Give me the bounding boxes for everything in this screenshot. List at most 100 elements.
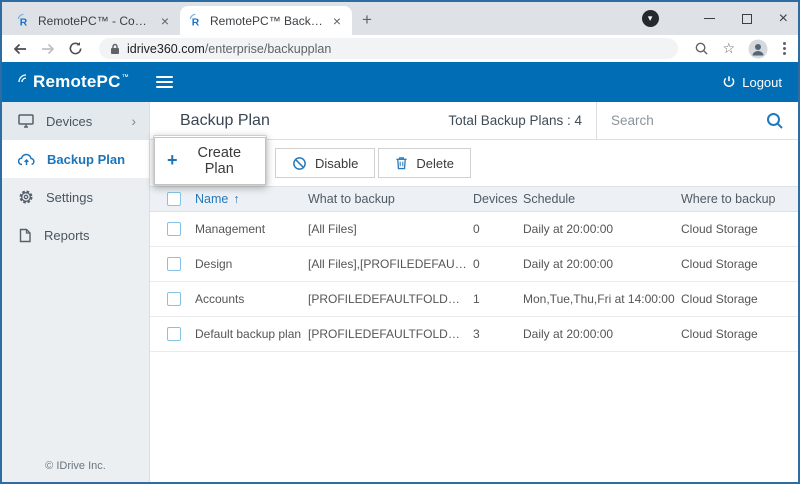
delete-button[interactable]: Delete (378, 148, 471, 178)
close-button[interactable]: × (779, 11, 788, 27)
window-controls: ▾ × (642, 2, 788, 35)
url-path: /enterprise/backupplan (205, 42, 331, 56)
devices-count: 3 (473, 327, 523, 341)
row-checkbox[interactable] (167, 327, 181, 341)
column-header-name[interactable]: Name↑ (195, 192, 308, 206)
sidebar-item-label: Settings (46, 190, 93, 205)
minimize-button[interactable] (704, 18, 715, 20)
tab-bar: R RemotePC™ - Computers × R RemotePC™ Ba… (2, 2, 798, 35)
toolbar: + Create Plan Disable Delete (150, 140, 798, 186)
devices-count: 0 (473, 257, 523, 271)
logo-waves-icon (18, 72, 32, 90)
zoom-icon[interactable] (694, 41, 709, 56)
trash-icon (395, 156, 408, 170)
tab-close-icon[interactable]: × (330, 13, 344, 29)
logout-button[interactable]: Logout (722, 75, 782, 90)
sidebar-item-settings[interactable]: Settings (2, 178, 149, 216)
column-header-schedule[interactable]: Schedule (523, 192, 681, 206)
tab-remotepc-backup[interactable]: R RemotePC™ Backup × (180, 6, 352, 35)
create-plan-button[interactable]: + Create Plan (154, 137, 266, 185)
schedule: Mon,Tue,Thu,Fri at 14:00:00 (523, 292, 681, 306)
where-to-backup: Cloud Storage (681, 327, 798, 341)
browser-menu-icon[interactable] (781, 40, 788, 57)
sidebar-item-devices[interactable]: Devices › (2, 102, 149, 140)
brand-name: RemotePC (33, 72, 121, 92)
column-header-where[interactable]: Where to backup (681, 192, 798, 206)
address-bar-actions: ☆ (694, 39, 788, 59)
forward-icon[interactable] (40, 41, 56, 57)
document-icon (18, 228, 32, 243)
sidebar-item-reports[interactable]: Reports (2, 216, 149, 254)
sidebar-item-label: Reports (44, 228, 90, 243)
disable-icon (292, 156, 307, 171)
url-domain: idrive360.com (127, 42, 205, 56)
where-to-backup: Cloud Storage (681, 292, 798, 306)
reload-icon[interactable] (68, 41, 83, 56)
remotepc-favicon: R (16, 13, 31, 28)
row-checkbox[interactable] (167, 257, 181, 271)
table-row: Management[All Files]0Daily at 20:00:00C… (150, 212, 798, 247)
url-bar[interactable]: idrive360.com/enterprise/backupplan (99, 38, 678, 59)
sidebar-item-label: Devices (46, 114, 92, 129)
row-checkbox[interactable] (167, 222, 181, 236)
plan-name: Management (195, 222, 308, 236)
create-plan-highlight: + Create Plan (153, 135, 267, 186)
menu-hamburger-icon[interactable] (153, 73, 176, 91)
what-to-backup: [PROFILEDEFAULTFOLDERS] (308, 327, 473, 341)
chevron-right-icon: › (131, 113, 136, 129)
svg-text:R: R (192, 18, 200, 28)
tab-remotepc-computers[interactable]: R RemotePC™ - Computers × (8, 6, 180, 35)
devices-count: 0 (473, 222, 523, 236)
select-all-checkbox[interactable] (167, 192, 181, 206)
power-icon (722, 75, 736, 89)
schedule: Daily at 20:00:00 (523, 257, 681, 271)
page-title: Backup Plan (150, 112, 448, 130)
search-input[interactable] (611, 113, 758, 128)
trademark: ™ (122, 74, 129, 81)
table-row: Default backup plan[PROFILEDEFAULTFOLDER… (150, 317, 798, 352)
search-box (596, 102, 798, 139)
svg-text:R: R (20, 18, 28, 28)
remotepc-logo[interactable]: RemotePC ™ (18, 72, 129, 92)
devices-count: 1 (473, 292, 523, 306)
disable-label: Disable (315, 156, 358, 171)
sidebar: Devices › Backup Plan Settings Reports ©… (2, 102, 150, 482)
plus-icon: + (167, 153, 178, 167)
copyright-label: © IDrive Inc. (2, 460, 149, 472)
sidebar-item-backup-plan[interactable]: Backup Plan (2, 140, 149, 178)
row-checkbox[interactable] (167, 292, 181, 306)
main-content: Backup Plan Total Backup Plans : 4 + Cre… (150, 102, 798, 482)
table-row: Design[All Files],[PROFILEDEFAULT...0Dai… (150, 247, 798, 282)
browser-window: R RemotePC™ - Computers × R RemotePC™ Ba… (0, 0, 800, 484)
tab-title: RemotePC™ Backup (210, 14, 323, 28)
table-body: Management[All Files]0Daily at 20:00:00C… (150, 212, 798, 352)
disable-button[interactable]: Disable (275, 148, 375, 178)
schedule: Daily at 20:00:00 (523, 327, 681, 341)
new-tab-button[interactable]: + (362, 10, 372, 30)
maximize-button[interactable] (742, 14, 752, 24)
remotepc-favicon: R (188, 13, 203, 28)
column-header-devices[interactable]: Devices (473, 192, 523, 206)
where-to-backup: Cloud Storage (681, 222, 798, 236)
browser-update-icon[interactable]: ▾ (642, 10, 659, 27)
app-header: RemotePC ™ Logout (2, 62, 798, 102)
back-icon[interactable] (12, 41, 28, 57)
create-plan-label: Create Plan (186, 145, 253, 177)
monitor-icon (18, 114, 34, 128)
what-to-backup: [All Files],[PROFILEDEFAULT... (308, 257, 473, 271)
tab-close-icon[interactable]: × (158, 13, 172, 29)
logout-label: Logout (742, 75, 782, 90)
cloud-backup-icon (18, 152, 35, 166)
lock-icon (110, 43, 120, 55)
sort-ascending-icon: ↑ (233, 192, 239, 206)
column-header-what[interactable]: What to backup (308, 192, 473, 206)
bookmark-star-icon[interactable]: ☆ (722, 40, 735, 57)
what-to-backup: [All Files] (308, 222, 473, 236)
total-backup-plans: Total Backup Plans : 4 (448, 113, 596, 128)
schedule: Daily at 20:00:00 (523, 222, 681, 236)
tab-title: RemotePC™ - Computers (38, 14, 151, 28)
address-bar: idrive360.com/enterprise/backupplan ☆ (2, 35, 798, 62)
profile-avatar[interactable] (748, 39, 768, 59)
plan-name: Default backup plan (195, 327, 308, 341)
search-icon[interactable] (766, 112, 784, 130)
